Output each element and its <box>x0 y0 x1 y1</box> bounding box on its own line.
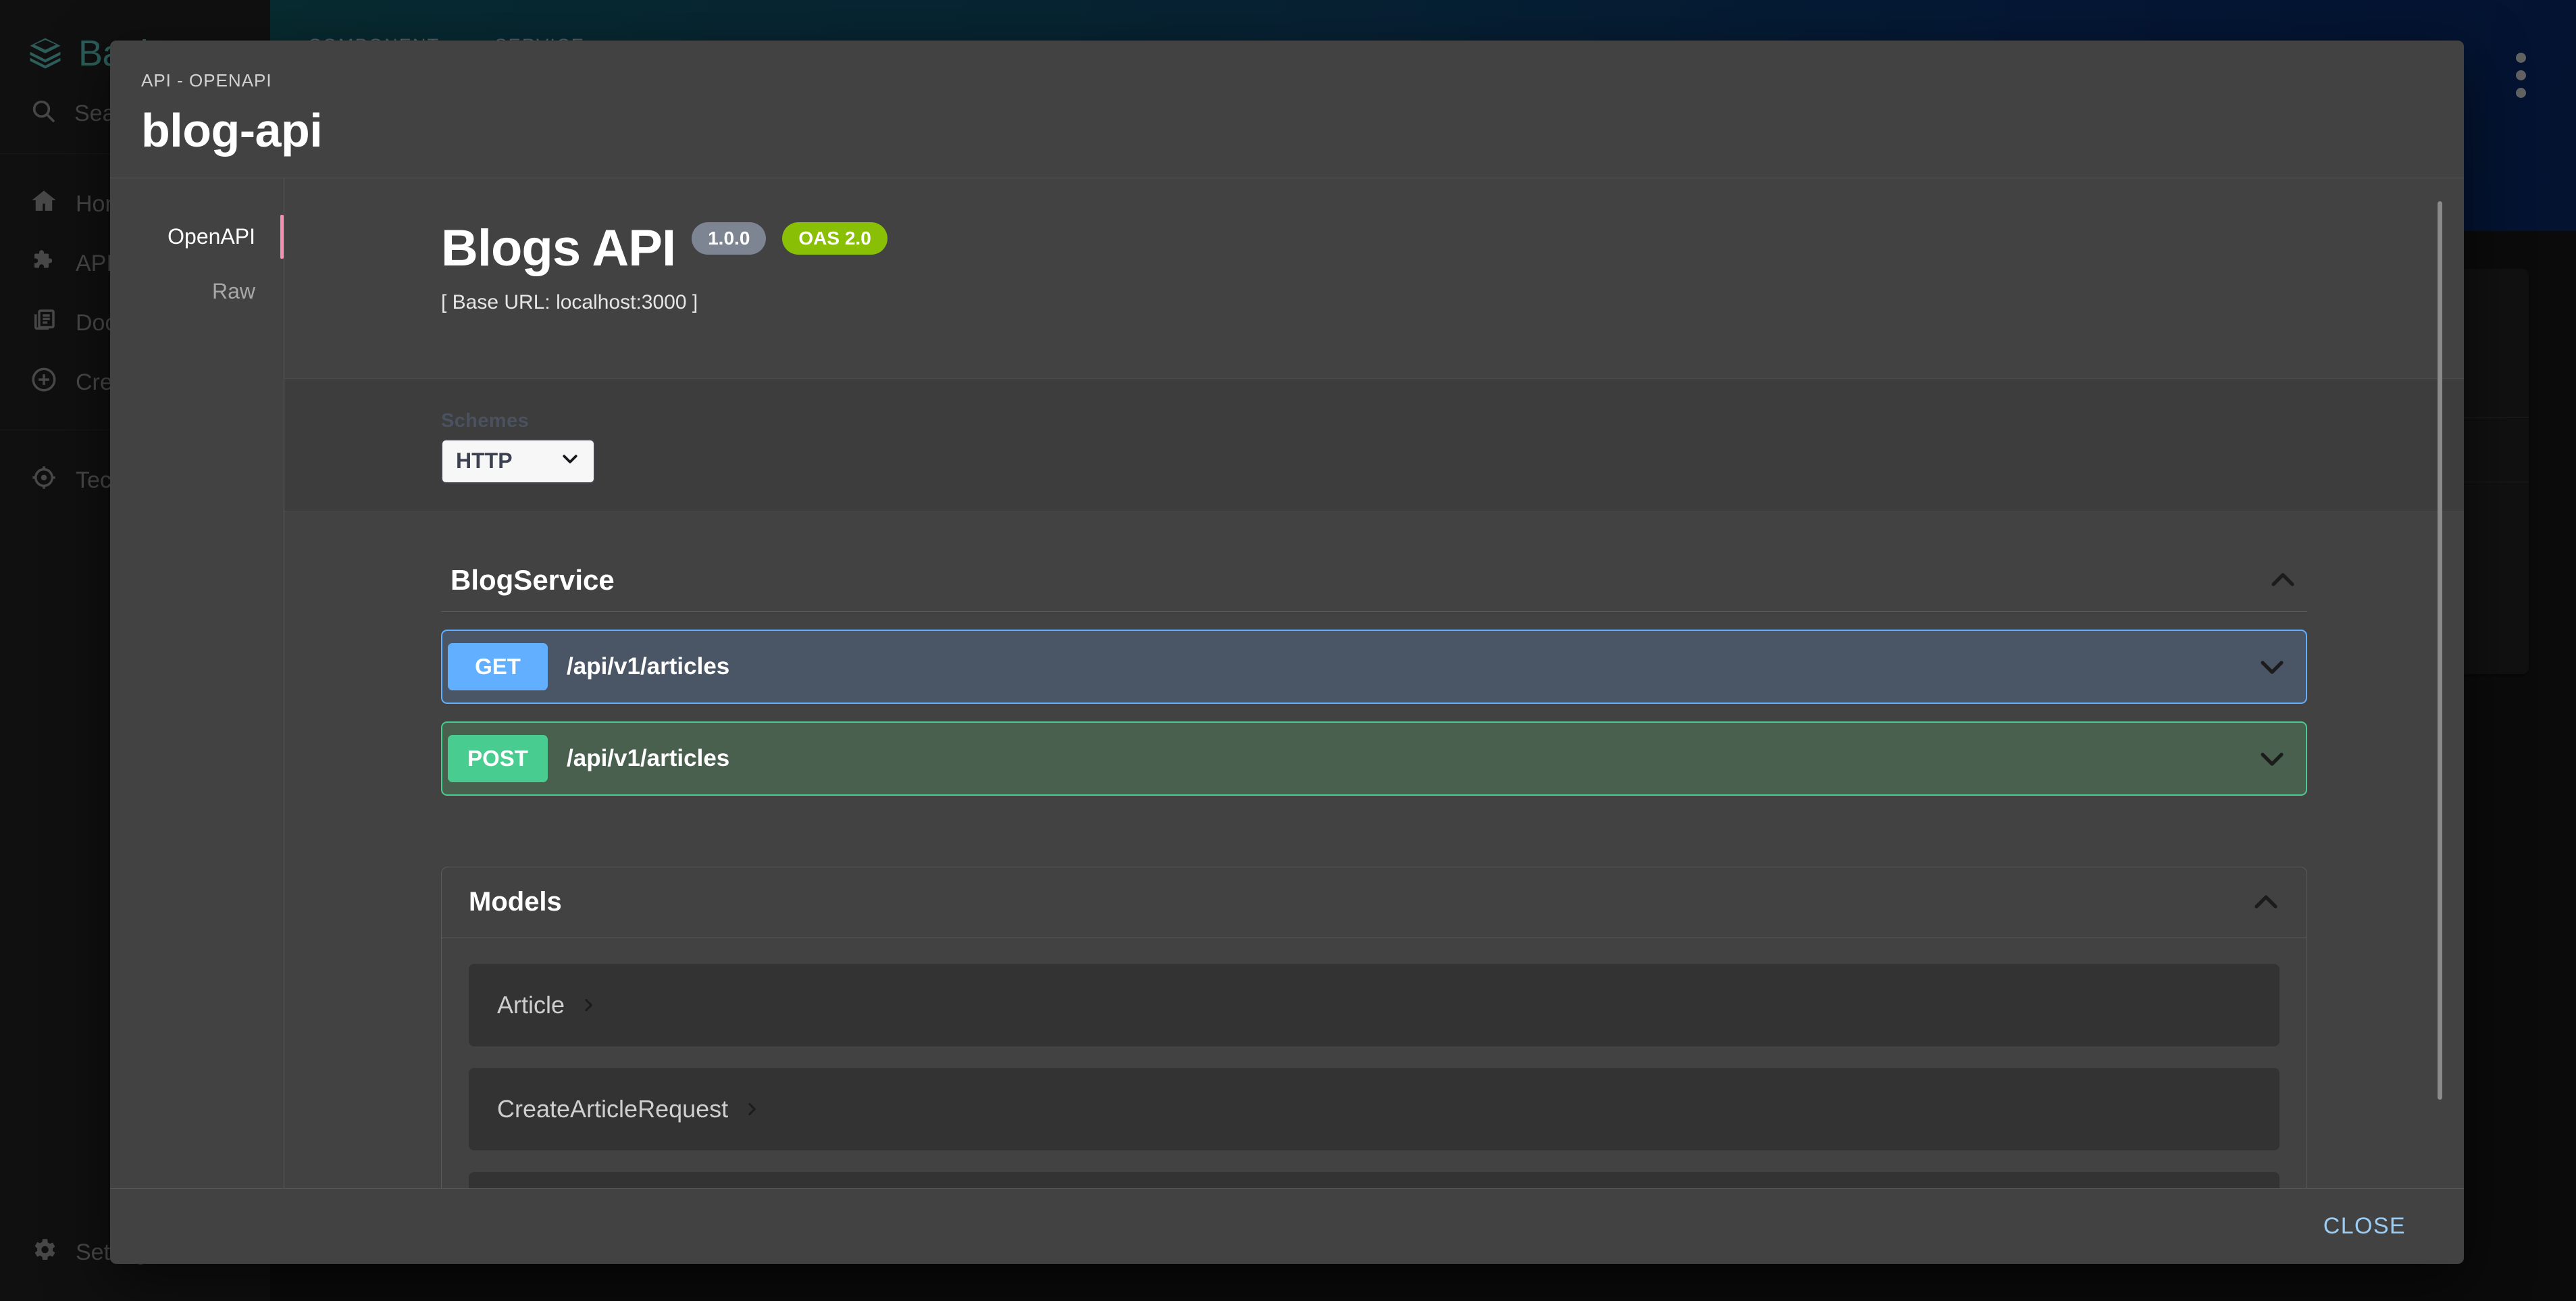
api-info-header: Blogs API 1.0.0 OAS 2.0 <box>441 219 2307 278</box>
models-title: Models <box>469 887 562 917</box>
api-definition-dialog: API - OPENAPI blog-api OpenAPI Raw Blogs… <box>110 41 2464 1264</box>
tag-header[interactable]: BlogService <box>441 564 2307 612</box>
operation-post-articles[interactable]: POST /api/v1/articles <box>441 721 2307 796</box>
chevron-down-icon[interactable] <box>2256 650 2288 683</box>
swagger-ui: Blogs API 1.0.0 OAS 2.0 [ Base URL: loca… <box>284 178 2464 1188</box>
tab-openapi[interactable]: OpenAPI <box>110 209 284 264</box>
models-section: Models Article CreateArticleRequest <box>441 866 2307 1188</box>
dialog-body: OpenAPI Raw Blogs API 1.0.0 OAS 2.0 [ Ba… <box>110 178 2464 1188</box>
scheme-select-value: HTTP <box>456 449 513 474</box>
dialog-scrollbar[interactable] <box>2438 201 2442 1100</box>
chevron-right-icon <box>743 1100 761 1118</box>
model-row[interactable]: ArticlesList <box>469 1171 2279 1188</box>
tag-name: BlogService <box>450 563 615 596</box>
operation-path: /api/v1/articles <box>567 744 730 771</box>
tab-raw[interactable]: Raw <box>110 264 284 319</box>
chevron-down-icon[interactable] <box>2256 742 2288 775</box>
scheme-select[interactable]: HTTP <box>441 438 595 484</box>
operation-method: GET <box>448 642 548 690</box>
chevron-right-icon <box>579 996 597 1014</box>
dialog-eyebrow: API - OPENAPI <box>141 70 272 91</box>
swagger-content: Blogs API 1.0.0 OAS 2.0 [ Base URL: loca… <box>284 178 2464 1188</box>
operation-path: /api/v1/articles <box>567 653 730 680</box>
models-list: Article CreateArticleRequest <box>442 938 2307 1188</box>
api-title: Blogs API <box>441 219 676 277</box>
model-row[interactable]: CreateArticleRequest <box>469 1067 2279 1150</box>
tag-blogservice: BlogService GET /api/v1/articles POST /a… <box>441 564 2307 796</box>
tab-openapi-label: OpenAPI <box>168 224 255 249</box>
operation-get-articles[interactable]: GET /api/v1/articles <box>441 629 2307 704</box>
oas-badge: OAS 2.0 <box>782 222 887 255</box>
tab-raw-label: Raw <box>211 278 255 303</box>
schemes-label: Schemes <box>441 409 530 432</box>
chevron-up-icon[interactable] <box>2250 886 2282 919</box>
definition-tabs: OpenAPI Raw <box>110 178 284 1188</box>
chevron-up-icon[interactable] <box>2267 564 2299 596</box>
schemes-section: Schemes HTTP <box>284 378 2464 511</box>
dialog-title: blog-api <box>141 104 323 157</box>
model-row[interactable]: Article <box>469 963 2279 1046</box>
dialog-header: API - OPENAPI blog-api <box>110 41 2464 178</box>
version-badge: 1.0.0 <box>692 222 767 255</box>
model-name: CreateArticleRequest <box>497 1094 729 1123</box>
chevron-down-icon <box>560 449 580 474</box>
operation-method: POST <box>448 734 548 782</box>
model-name: Article <box>497 990 565 1019</box>
close-button[interactable]: CLOSE <box>2309 1202 2421 1250</box>
models-header[interactable]: Models <box>442 867 2307 938</box>
dialog-footer: CLOSE <box>110 1188 2464 1264</box>
base-url: [ Base URL: localhost:3000 ] <box>441 290 698 313</box>
